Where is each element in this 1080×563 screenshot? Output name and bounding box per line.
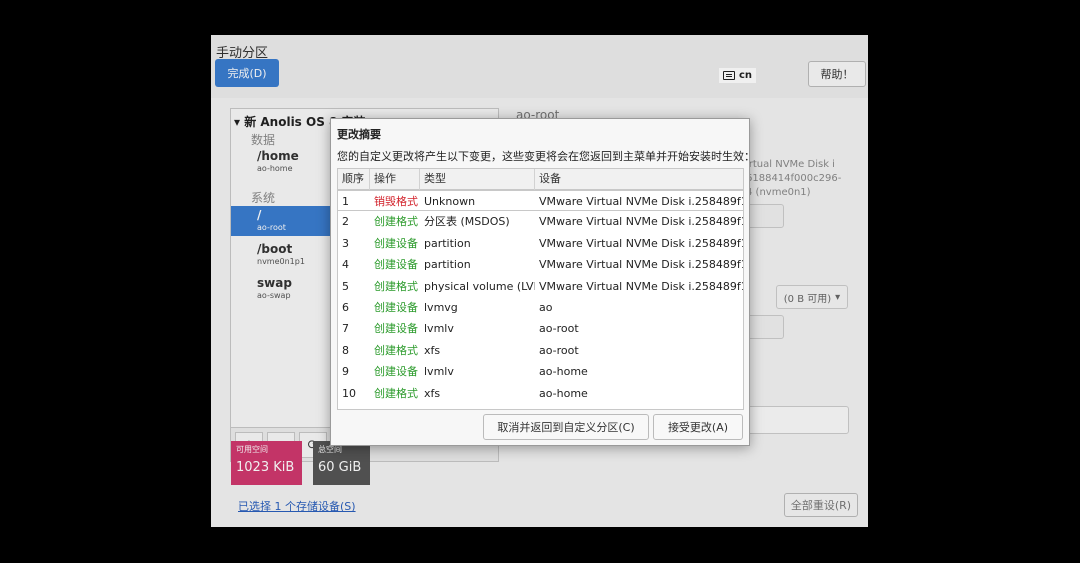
- table-row[interactable]: 4 创建设备 partition VMware Virtual NVMe Disk i…: [338, 254, 743, 275]
- cell-device: ao-root: [539, 322, 579, 336]
- cell-type: lvmvg: [424, 301, 458, 314]
- cancel-return-button[interactable]: 取消并返回到自定义分区(C): [483, 414, 649, 440]
- cell-type: Unknown: [424, 195, 476, 208]
- cell-action: 创建格式: [374, 215, 418, 229]
- cell-type: xfs: [424, 343, 441, 357]
- column-header-order[interactable]: 顺序: [338, 169, 370, 190]
- table-row[interactable]: 3 创建设备 partition VMware Virtual NVMe Disk i…: [338, 233, 743, 254]
- cell-order: 2: [342, 215, 349, 229]
- cell-device: ao: [539, 301, 553, 314]
- summary-of-changes-dialog: 更改摘要 您的自定义更改将产生以下变更，这些变更将会在您返回到主菜单并开始安装时…: [330, 118, 755, 446]
- cell-device: VMware Virtual NVMe Disk i.258489f16188: [539, 279, 743, 293]
- cell-action: 创建设备: [374, 322, 418, 336]
- column-header-device[interactable]: 设备: [535, 169, 743, 190]
- cell-action: 创建设备: [374, 365, 418, 379]
- cell-action: 创建格式: [374, 386, 418, 400]
- changes-table: 顺序 操作 类型 设备 1 销毁格式 Unknown VMware Virtual N…: [337, 168, 744, 410]
- cell-device: VMware Virtual NVMe Disk i.258489f16188: [539, 215, 743, 229]
- cell-action: 创建设备: [374, 301, 418, 314]
- column-header-type[interactable]: 类型: [420, 169, 535, 190]
- cell-action: 销毁格式: [374, 195, 418, 208]
- table-row[interactable]: 6 创建设备 lvmvg ao: [338, 297, 743, 318]
- cell-type: partition: [424, 258, 471, 272]
- cell-device: VMware Virtual NVMe Disk i.258489f16188: [539, 195, 743, 208]
- table-row[interactable]: 2 创建格式 分区表 (MSDOS) VMware Virtual NVMe Disk…: [338, 211, 743, 232]
- table-header: 顺序 操作 类型 设备: [338, 169, 743, 190]
- cell-action: 创建设备: [374, 236, 418, 250]
- cell-type: xfs: [424, 386, 441, 400]
- cell-action: 创建格式: [374, 279, 418, 293]
- table-row[interactable]: 7 创建设备 lvmlv ao-root: [338, 318, 743, 339]
- table-row[interactable]: 5 创建格式 physical volume (LVM) VMware Virtual…: [338, 276, 743, 297]
- cell-action: 创建格式: [374, 343, 418, 357]
- cell-order: 8: [342, 343, 349, 357]
- column-header-action[interactable]: 操作: [370, 169, 420, 190]
- cell-type: physical volume (LVM): [424, 279, 535, 293]
- cell-device: VMware Virtual NVMe Disk i.258489f16188: [539, 258, 743, 272]
- accept-changes-button[interactable]: 接受更改(A): [653, 414, 743, 440]
- table-row[interactable]: 10 创建格式 xfs ao-home: [338, 383, 743, 404]
- installer-window: 手动分区 完成(D) cn 帮助！ ▾ 新 Anolis OS 8 安装 数据 …: [211, 35, 868, 527]
- cell-device: ao-home: [539, 386, 588, 400]
- table-row[interactable]: 1 销毁格式 Unknown VMware Virtual NVMe Disk i.2…: [338, 190, 743, 211]
- cell-device: VMware Virtual NVMe Disk i.258489f16188: [539, 236, 743, 250]
- cell-action: 创建设备: [374, 258, 418, 272]
- cell-type: lvmlv: [424, 322, 454, 336]
- cell-order: 9: [342, 365, 349, 379]
- cell-order: 6: [342, 301, 349, 314]
- cell-device: ao-root: [539, 343, 579, 357]
- cell-order: 5: [342, 279, 349, 293]
- cell-type: 分区表 (MSDOS): [424, 215, 510, 229]
- cell-order: 1: [342, 195, 349, 208]
- cell-order: 10: [342, 386, 356, 400]
- cell-type: partition: [424, 236, 471, 250]
- table-row[interactable]: 8 创建格式 xfs ao-root: [338, 340, 743, 361]
- cell-order: 7: [342, 322, 349, 336]
- cell-order: 3: [342, 236, 349, 250]
- cell-device: ao-home: [539, 365, 588, 379]
- cell-order: 4: [342, 258, 349, 272]
- dialog-title: 更改摘要: [337, 128, 381, 141]
- table-row[interactable]: 9 创建设备 lvmlv ao-home: [338, 361, 743, 382]
- dialog-message: 您的自定义更改将产生以下变更，这些变更将会在您返回到主菜单并开始安装时生效：: [337, 150, 755, 163]
- cell-type: lvmlv: [424, 365, 454, 379]
